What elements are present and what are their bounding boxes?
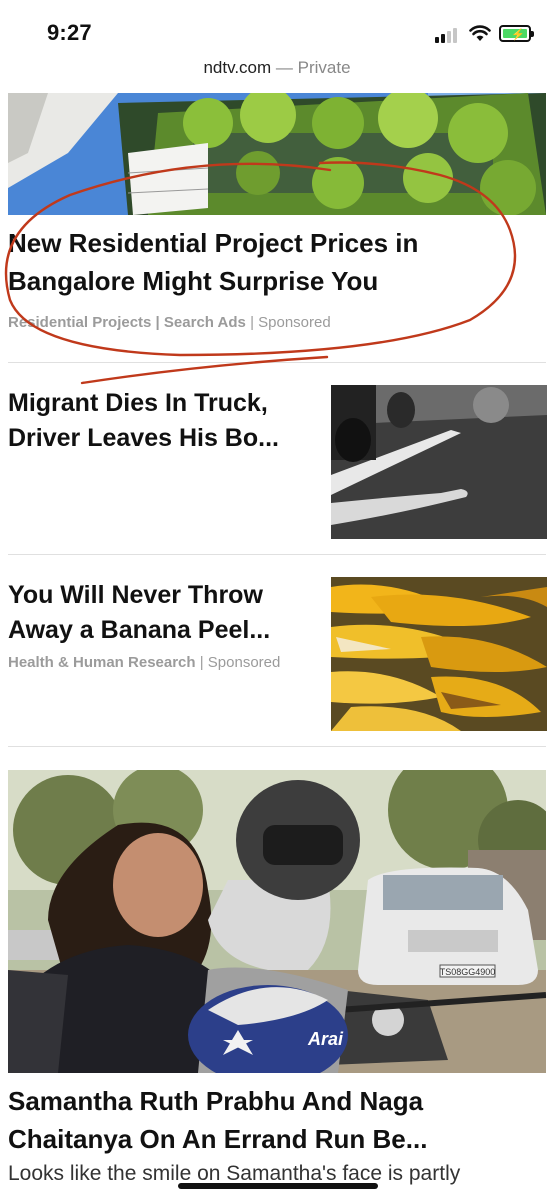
headline-line: Away a Banana Peel... (8, 616, 271, 644)
headline-line: Chaitanya On An Errand Run Be... (8, 1124, 428, 1154)
url-bar[interactable]: ndtv.com — Private (0, 58, 554, 92)
divider (8, 554, 546, 555)
sponsored-label: Sponsored (258, 314, 331, 331)
headline-line: You Will Never Throw (8, 581, 263, 609)
status-bar: 9:27 ⚡ (0, 0, 554, 58)
article-headline-migrant[interactable]: Migrant Dies In Truck, Driver Leaves His… (8, 386, 318, 456)
divider (8, 746, 546, 747)
headline-line: Migrant Dies In Truck, (8, 389, 268, 417)
sponsored-label: Sponsored (207, 654, 281, 671)
battery-icon: ⚡ (499, 25, 534, 42)
headline-line: Bangalore Might Surprise You (8, 266, 379, 296)
sponsor-source: Health & Human Research (8, 654, 196, 671)
article-source-banana: Health & Human Research | Sponsored (8, 654, 281, 671)
article-source-residential: Residential Projects | Search Ads | Spon… (8, 314, 331, 331)
divider (8, 362, 546, 363)
url-domain: ndtv.com (203, 58, 272, 77)
url-separator: — (271, 58, 298, 77)
article-image-building[interactable] (8, 93, 546, 215)
headline-line: New Residential Project Prices in (8, 228, 419, 258)
license-plate: TS08GG4900 (440, 967, 496, 977)
headline-line: Samantha Ruth Prabhu And Naga (8, 1086, 424, 1116)
cellular-signal-icon (435, 27, 461, 43)
charging-bolt-icon: ⚡ (511, 29, 525, 41)
private-mode-label: Private (297, 58, 351, 77)
article-headline-residential[interactable]: New Residential Project Prices in Bangal… (8, 224, 528, 300)
sponsor-source: Residential Projects | Search Ads (8, 314, 246, 331)
wifi-icon (469, 25, 491, 41)
helmet-brand-text: Arai (307, 1029, 344, 1049)
article-image-banana[interactable] (331, 577, 547, 731)
article-headline-banana[interactable]: You Will Never Throw Away a Banana Peel.… (8, 578, 318, 648)
headline-line: Driver Leaves His Bo... (8, 424, 279, 452)
status-time: 9:27 (47, 20, 92, 45)
article-image-road[interactable] (331, 385, 547, 539)
article-headline-samantha[interactable]: Samantha Ruth Prabhu And Naga Chaitanya … (8, 1082, 548, 1158)
article-image-couple[interactable]: TS08GG4900 Arai (8, 770, 546, 1073)
home-indicator[interactable] (178, 1183, 378, 1189)
